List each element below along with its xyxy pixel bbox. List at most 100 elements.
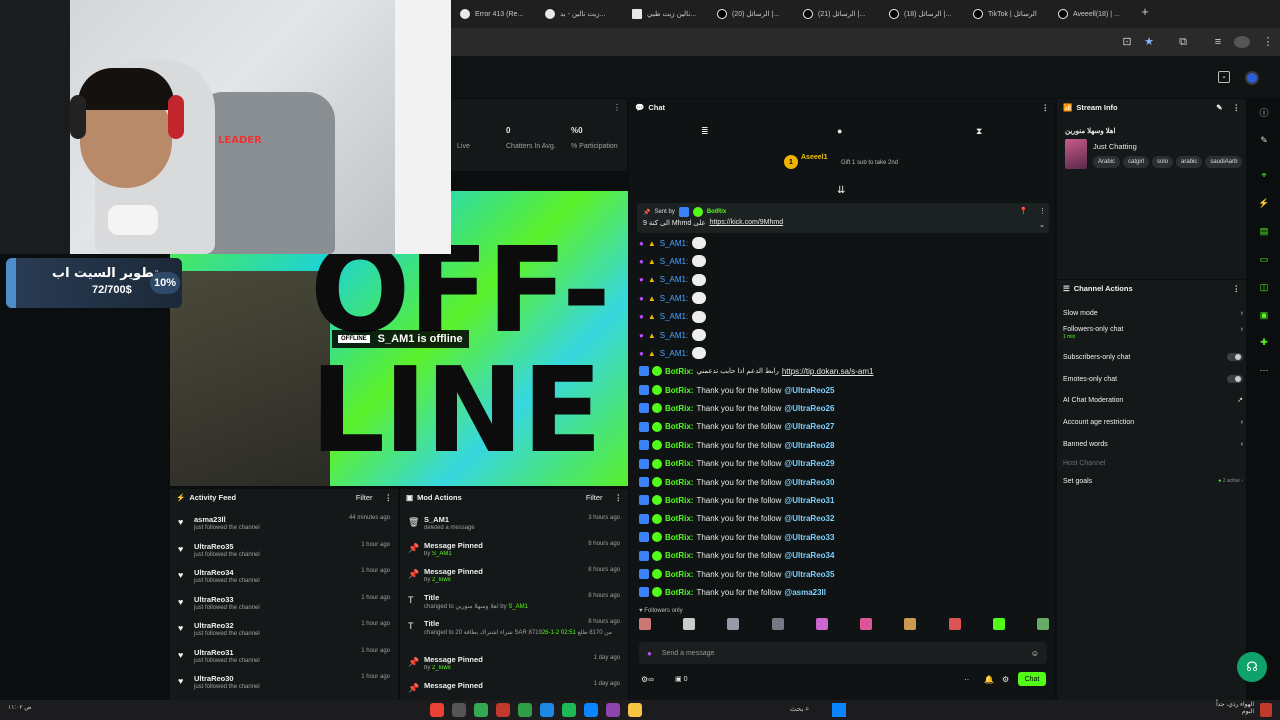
app-icon[interactable] — [606, 703, 620, 717]
gift-user[interactable]: Aseeel1 — [801, 154, 827, 161]
start-button[interactable] — [832, 703, 846, 717]
mic-settings-icon[interactable]: ◫ — [1257, 280, 1271, 294]
pinned-user[interactable]: BotRix — [707, 209, 726, 215]
stream-tag[interactable]: solo — [1152, 156, 1174, 168]
activity-feed-item[interactable]: ♥ UltraReo35 just followed the channel 1 ho… — [170, 540, 398, 566]
hourglass-icon[interactable]: ⧗ — [976, 126, 982, 137]
profile-avatar[interactable] — [1234, 36, 1250, 48]
activity-feed-item[interactable]: ♥ UltraReo33 just followed the channel 1 ho… — [170, 593, 398, 619]
mod-filter-button[interactable]: Filter — [586, 493, 603, 502]
steam-app-icon[interactable] — [540, 703, 554, 717]
star-icon[interactable]: ★ — [1143, 36, 1155, 48]
menu-icon[interactable]: ⋮ — [1262, 36, 1274, 48]
age-restriction-row[interactable]: Account age restriction › — [1063, 415, 1243, 429]
support-chat-icon[interactable]: ☊ — [1237, 652, 1267, 682]
set-goals-row[interactable]: Set goals ● 2 active › — [1063, 474, 1243, 488]
stack-icon[interactable]: ≣ — [701, 126, 709, 137]
emote-button[interactable] — [771, 618, 784, 630]
chat-input[interactable]: ● Send a message ☺ — [639, 642, 1047, 664]
banned-words-row[interactable]: Banned words › — [1063, 437, 1243, 451]
info-icon[interactable]: ⓘ — [1257, 106, 1271, 120]
followers-only-row[interactable]: Followers-only chat 1 min › — [1063, 326, 1243, 344]
chrome-app-icon[interactable] — [430, 703, 444, 717]
gear-icon[interactable]: ⚙ — [1002, 675, 1009, 684]
mod-action-item[interactable]: T Title changed to شراء اشتراك بطاقة 20 SA… — [400, 617, 628, 651]
browser-tab[interactable]: زيت نالين - بد... — [545, 5, 625, 23]
settings-link-icon[interactable]: ⚙∞ — [641, 675, 654, 684]
app-icon[interactable] — [518, 703, 532, 717]
screen-icon[interactable]: ▪ — [1218, 71, 1230, 83]
media-icon[interactable]: ≡ — [1212, 36, 1224, 48]
tip-link[interactable]: https://tip.dokan.sa/s-am1 — [782, 367, 874, 376]
share-icon[interactable]: ⋯ — [1257, 363, 1271, 377]
emote-button[interactable] — [639, 618, 651, 630]
monitor-icon[interactable]: ▣ — [1257, 308, 1271, 322]
activity-feed-item[interactable]: ♥ UltraReo32 just followed the channel 1 ho… — [170, 619, 398, 645]
browser-tab[interactable]: Error 413 (Re... — [460, 5, 540, 23]
emote-button[interactable] — [904, 618, 917, 630]
emoji-icon[interactable]: ☺ — [1031, 649, 1039, 658]
more-icon[interactable]: ⋮ — [385, 493, 393, 502]
extensions-icon[interactable]: ⧉ — [1177, 36, 1189, 48]
browser-tab[interactable]: Aveeell(18) | ... — [1058, 5, 1138, 23]
weather-widget[interactable]: الهواء رذي، جداً اليوم — [1190, 701, 1254, 715]
more-icon[interactable]: ⋮ — [1042, 103, 1050, 112]
activity-feed-item[interactable]: ♥ UltraReo31 just followed the channel 1 ho… — [170, 646, 398, 672]
edit-icon[interactable]: ✎ — [1216, 103, 1222, 112]
slow-mode-row[interactable]: Slow mode › — [1063, 306, 1243, 320]
emotes-only-toggle[interactable] — [1227, 375, 1243, 383]
browser-tab[interactable]: نالين زيت طبي... — [632, 5, 712, 23]
pinned-message[interactable]: 📌 Sent by BotRix 9 الى كتة Mhmd على http… — [637, 203, 1049, 233]
unpin-icon[interactable]: 📍 — [1019, 207, 1028, 215]
browser-tab[interactable]: TikTok | الرسائل — [973, 5, 1053, 23]
more-icon[interactable]: ⋮ — [613, 103, 621, 112]
subscribers-only-toggle[interactable] — [1227, 353, 1243, 361]
stream-tag[interactable]: Arabic — [1093, 156, 1121, 168]
more-icon[interactable]: ⋮ — [1233, 103, 1241, 112]
emote-button[interactable] — [815, 618, 828, 630]
stream-tag[interactable]: saudiAarb — [1205, 156, 1243, 168]
mod-action-item[interactable]: 📌 Message Pinned by 2_lowx 1 day ago — [400, 653, 628, 679]
new-tab-icon[interactable]: + — [1139, 5, 1151, 18]
emote-button[interactable] — [948, 618, 961, 630]
emote-button[interactable] — [727, 618, 740, 630]
emote-button[interactable] — [683, 618, 696, 630]
taskbar-search[interactable]: بحث ⌕ — [790, 705, 809, 714]
app-icon[interactable] — [496, 703, 510, 717]
activity-feed-item[interactable]: ♥ asma23ll just followed the channel 44 min… — [170, 513, 398, 539]
more-icon[interactable]: ⋮ — [1233, 284, 1241, 293]
mod-action-item[interactable]: 🗑 S_AM1 deleted a message 3 hours ago — [400, 513, 628, 539]
emote-button[interactable] — [1036, 618, 1049, 630]
mod-action-item[interactable]: 📌 Message Pinned by S_AM1 8 hours ago — [400, 539, 628, 565]
edge-app-icon[interactable] — [584, 703, 598, 717]
folder-app-icon[interactable] — [628, 703, 642, 717]
target-icon[interactable]: ⌖ — [1257, 168, 1271, 182]
app-icon[interactable] — [452, 703, 466, 717]
chat-icon[interactable]: ▭ — [1257, 252, 1271, 266]
lightning-icon[interactable]: ⚡ — [1257, 196, 1271, 210]
user-avatar[interactable] — [1245, 71, 1259, 85]
send-chat-button[interactable]: Chat — [1018, 672, 1046, 686]
app-icon[interactable] — [474, 703, 488, 717]
browser-tab[interactable]: (20) الرسائل |... — [717, 5, 797, 23]
emote-button[interactable] — [860, 618, 873, 630]
chevron-down-icon[interactable]: ⌄ — [1039, 221, 1045, 229]
ai-moderation-row[interactable]: AI Chat Moderation ↗ — [1063, 393, 1243, 407]
category-name[interactable]: Just Chatting — [1093, 142, 1137, 151]
pinned-link[interactable]: https://kick.com/9Mhmd — [710, 219, 784, 227]
clipboard-icon[interactable]: ▤ — [1257, 224, 1271, 238]
stream-tag[interactable]: arabic — [1176, 156, 1203, 168]
tools-icon[interactable]: ✚ — [1257, 335, 1271, 349]
spotify-app-icon[interactable] — [562, 703, 576, 717]
mod-action-item[interactable]: 📌 Message Pinned by 2_lowx 8 hours ago — [400, 565, 628, 591]
translate-icon[interactable]: ⊡ — [1121, 36, 1133, 48]
mod-action-item[interactable]: T Title changed to اهلا وسهلا منورين by S_… — [400, 591, 628, 617]
scroll-icon[interactable]: ⇊ — [837, 185, 845, 196]
more-icon[interactable]: ⋮ — [615, 493, 623, 502]
bell-icon[interactable]: 🔔 — [984, 675, 994, 684]
activity-feed-item[interactable]: ♥ UltraReo30 just followed the channel 1 ho… — [170, 672, 398, 698]
browser-tab[interactable]: (18) الرسائل |... — [889, 5, 969, 23]
mic-icon[interactable]: ● — [647, 649, 652, 658]
activity-filter-button[interactable]: Filter — [356, 493, 373, 502]
activity-feed-item[interactable]: ♥ UltraReo34 just followed the channel 1 ho… — [170, 566, 398, 592]
